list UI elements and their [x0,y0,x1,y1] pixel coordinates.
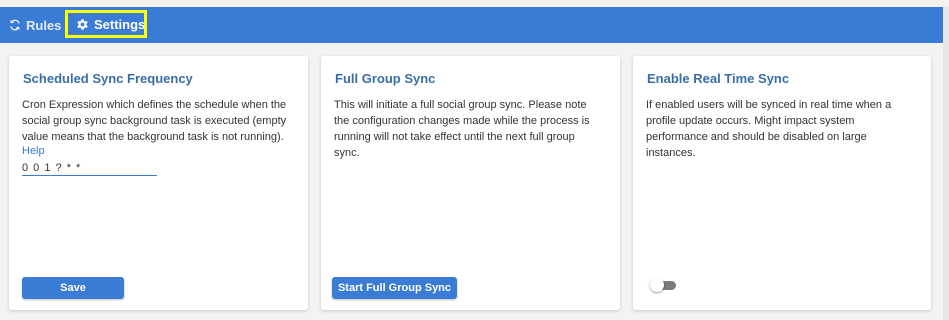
card-sync-frequency: Scheduled Sync Frequency Cron Expression… [9,56,308,310]
gear-icon [76,18,89,31]
real-time-sync-toggle[interactable] [650,278,676,292]
help-link[interactable]: Help [22,145,45,157]
card-full-group-sync: Full Group Sync This will initiate a ful… [321,56,620,310]
card-real-time-sync: Enable Real Time Sync If enabled users w… [633,56,931,310]
sync-icon [9,19,21,31]
tab-rules[interactable]: Rules [9,7,61,43]
card-title: Enable Real Time Sync [647,71,790,86]
toggle-knob [650,278,664,292]
card-description: This will initiate a full social group s… [334,99,590,159]
card-description: Cron Expression which defines the schedu… [22,99,287,143]
start-full-group-sync-button[interactable]: Start Full Group Sync [332,277,457,299]
card-description: If enabled users will be synced in real … [646,99,892,159]
scrollbar-track[interactable] [943,7,949,320]
cron-expression-input[interactable] [22,162,157,176]
card-title: Full Group Sync [335,71,436,86]
tab-settings[interactable]: Settings [65,10,147,38]
card-title: Scheduled Sync Frequency [23,71,193,86]
top-nav-bar: Rules Settings [0,7,943,43]
tab-settings-label: Settings [94,16,146,32]
save-button[interactable]: Save [22,277,124,299]
tab-rules-label: Rules [26,17,62,33]
